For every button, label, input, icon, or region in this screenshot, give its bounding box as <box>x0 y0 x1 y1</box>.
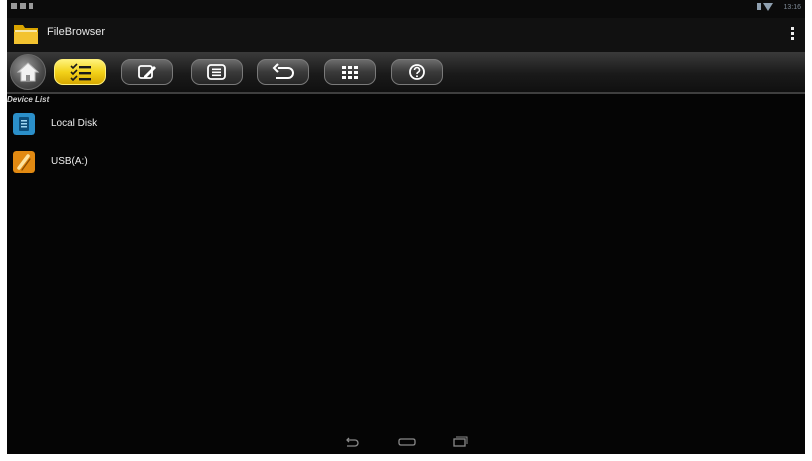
wifi-icon <box>763 3 773 11</box>
device-list-label: Device List <box>7 95 50 104</box>
status-clock: 13:16 <box>783 4 801 11</box>
help-button[interactable] <box>391 59 443 85</box>
home-button[interactable] <box>10 54 46 90</box>
device-item-local-disk[interactable]: Local Disk <box>13 111 413 139</box>
checklist-icon <box>70 63 91 82</box>
notification-icon <box>20 3 26 9</box>
recent-apps-icon[interactable] <box>452 436 468 448</box>
home-icon[interactable] <box>398 436 416 448</box>
toolbar <box>7 52 805 92</box>
local-disk-icon <box>13 113 35 135</box>
notification-icon <box>29 3 33 9</box>
action-bar: FileBrowser <box>7 18 805 52</box>
list-icon <box>207 64 226 80</box>
help-icon <box>409 64 425 80</box>
device-item-usb[interactable]: USB(A:) <box>13 149 413 177</box>
overflow-menu-icon[interactable] <box>789 25 795 45</box>
status-bar: 13:16 <box>7 0 805 18</box>
back-arrow-icon <box>272 63 294 79</box>
device-item-label: Local Disk <box>51 118 98 129</box>
usb-icon <box>13 151 35 173</box>
grid-icon <box>342 66 358 79</box>
folder-icon <box>14 25 38 44</box>
home-icon <box>16 62 40 82</box>
back-icon[interactable] <box>344 436 360 448</box>
back-button[interactable] <box>257 59 309 85</box>
multi-select-button[interactable] <box>54 59 106 85</box>
battery-icon <box>757 3 761 10</box>
device-item-label: USB(A:) <box>51 156 88 167</box>
device-screen: 13:16 FileBrowser Device List Local Disk… <box>7 0 805 454</box>
app-title: FileBrowser <box>47 26 106 38</box>
edit-button[interactable] <box>121 59 173 85</box>
list-view-button[interactable] <box>191 59 243 85</box>
notification-icon <box>11 3 17 9</box>
edit-icon <box>138 65 156 79</box>
navigation-bar <box>7 432 805 454</box>
grid-view-button[interactable] <box>324 59 376 85</box>
toolbar-divider <box>7 92 805 94</box>
